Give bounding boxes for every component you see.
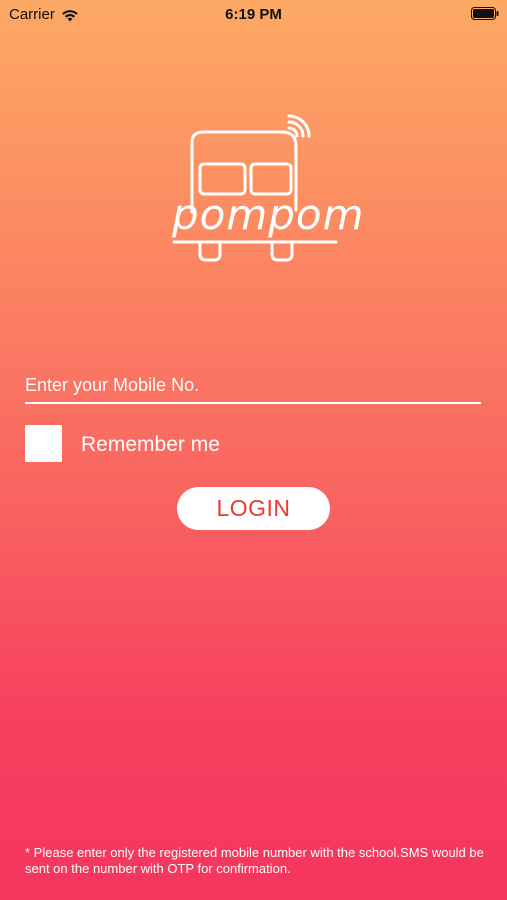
login-button[interactable]: LOGIN (177, 487, 330, 530)
mobile-number-input[interactable] (25, 368, 481, 404)
remember-me-checkbox[interactable] (25, 425, 62, 462)
login-screen: Carrier 6:19 PM pompom Enter your Mobile… (0, 0, 507, 900)
battery-icon (471, 7, 499, 20)
remember-me-label: Remember me (81, 433, 220, 456)
status-time: 6:19 PM (225, 6, 282, 23)
status-bar: Carrier 6:19 PM (0, 0, 507, 28)
pompom-logo: pompom (164, 112, 365, 267)
logo-text: pompom (172, 190, 365, 239)
footer-note: * Please enter only the registered mobil… (25, 845, 484, 876)
